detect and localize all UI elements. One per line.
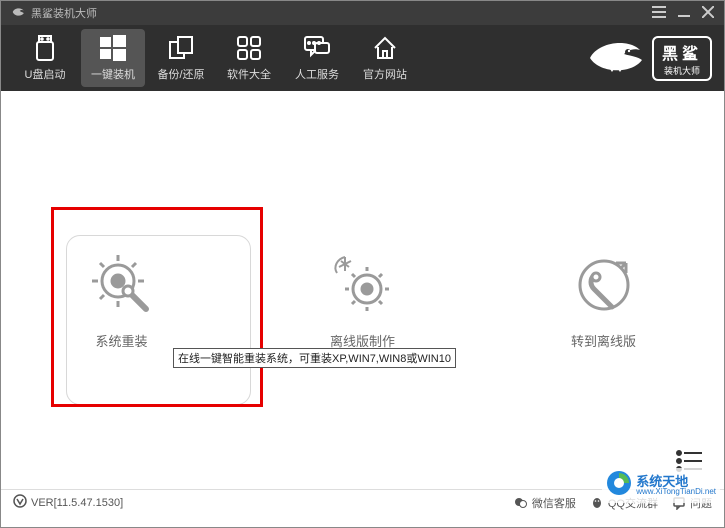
close-button[interactable] (702, 5, 714, 21)
toolbar-item-label: 一键装机 (91, 66, 135, 82)
toolbar-item-usb-boot[interactable]: U盘启动 (13, 29, 77, 87)
shark-logo-icon (588, 36, 644, 81)
brand-subtitle: 装机大师 (664, 64, 700, 77)
wrench-refresh-icon (570, 251, 638, 319)
wechat-icon (514, 496, 528, 510)
card-system-reinstall[interactable]: 系统重装 (37, 251, 207, 350)
home-icon (371, 34, 399, 62)
toolbar-item-label: 备份/还原 (157, 66, 204, 82)
watermark: 系统天地 www.XiTongTianDi.net (602, 468, 720, 503)
card-goto-offline[interactable]: 转到离线版 (519, 251, 689, 350)
card-label: 系统重装 (95, 331, 147, 350)
version-text: VER[11.5.47.1530] (31, 497, 123, 509)
titlebar: 黑鲨装机大师 (1, 1, 724, 25)
tooltip: 在线一键智能重装系统，可重装XP,WIN7,WIN8或WIN10 (173, 348, 456, 368)
toolbar-item-one-click-install[interactable]: 一键装机 (81, 29, 145, 87)
copy-icon (167, 34, 195, 62)
wechat-support-link[interactable]: 微信客服 (514, 495, 576, 511)
toolbar-item-label: 软件大全 (227, 66, 271, 82)
toolbar-item-label: 官方网站 (363, 66, 407, 82)
toolbar-item-backup-restore[interactable]: 备份/还原 (149, 29, 213, 87)
minimize-button[interactable] (678, 5, 690, 21)
toolbar-item-website[interactable]: 官方网站 (353, 29, 417, 87)
app-logo-icon (11, 5, 25, 22)
toolbar-item-support[interactable]: 人工服务 (285, 29, 349, 87)
version-icon (13, 494, 27, 511)
card-label: 转到离线版 (571, 331, 636, 350)
menu-button[interactable] (652, 5, 666, 21)
gear-wrench-icon (88, 251, 156, 319)
main-area: 系统重装 离线版制作 (1, 91, 724, 489)
link-label: 微信客服 (532, 495, 576, 511)
usb-icon (31, 34, 59, 62)
toolbar: U盘启动 一键装机 备份/还原 软件大全 人工服务 官方网站 (1, 25, 724, 91)
gear-offline-icon (329, 251, 397, 319)
chat-icon (303, 34, 331, 62)
toolbar-item-software[interactable]: 软件大全 (217, 29, 281, 87)
windows-icon (99, 34, 127, 62)
brand: 黑鲨 装机大师 (588, 36, 712, 81)
watermark-url: www.XiTongTianDi.net (636, 488, 716, 496)
app-title: 黑鲨装机大师 (31, 5, 97, 21)
card-offline-create[interactable]: 离线版制作 (278, 251, 448, 350)
brand-title: 黑鲨 (662, 40, 702, 64)
toolbar-item-label: 人工服务 (295, 66, 339, 82)
toolbar-item-label: U盘启动 (25, 66, 66, 82)
watermark-logo-icon (606, 470, 632, 501)
apps-icon (235, 34, 263, 62)
